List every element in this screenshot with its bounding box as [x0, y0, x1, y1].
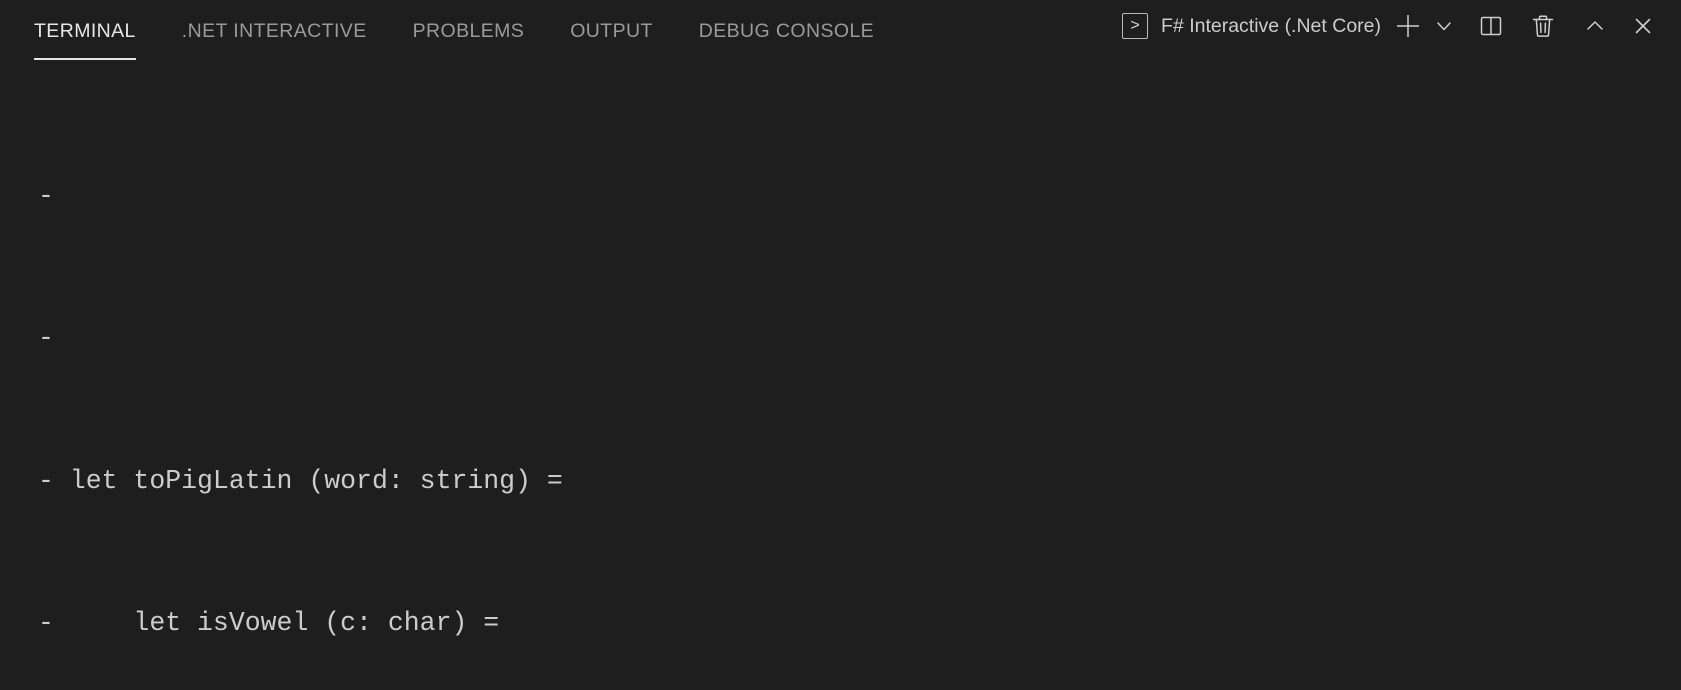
continuation-prompt: - — [38, 607, 54, 638]
tab-dotnet-interactive-label: .NET INTERACTIVE — [181, 19, 367, 42]
terminal-lines: - - - let toPigLatin (word: string) = - … — [38, 72, 1681, 690]
tab-debug-console-label: DEBUG CONSOLE — [698, 19, 875, 42]
panel-tabs: TERMINAL .NET INTERACTIVE PROBLEMS OUTPU… — [34, 0, 920, 62]
tab-terminal-label: TERMINAL — [34, 19, 136, 42]
active-terminal-name: F# Interactive (.Net Core) — [1161, 14, 1381, 37]
split-pane-icon — [1478, 13, 1504, 39]
trash-icon — [1530, 13, 1556, 39]
chevron-down-icon — [1433, 15, 1455, 37]
new-terminal-dropdown-button[interactable] — [1429, 6, 1459, 46]
terminal-output-area[interactable]: - - - let toPigLatin (word: string) = - … — [0, 62, 1681, 690]
close-panel-button[interactable] — [1623, 6, 1663, 46]
active-terminal-chip[interactable]: > F# Interactive (.Net Core) — [1122, 13, 1381, 39]
split-terminal-button[interactable] — [1471, 6, 1511, 46]
terminal-line: - — [38, 321, 1681, 357]
continuation-prompt: - — [38, 323, 54, 354]
terminal-line: - — [38, 179, 1681, 215]
continuation-prompt: - — [38, 180, 54, 211]
terminal-line-text: let isVowel (c: char) = — [53, 607, 500, 638]
new-terminal-button[interactable] — [1387, 6, 1429, 46]
close-icon — [1631, 14, 1655, 38]
terminal-line: - let isVowel (c: char) = — [38, 606, 1681, 642]
terminal-prompt-icon: > — [1122, 13, 1149, 39]
terminal-line-text: let toPigLatin (word: string) = — [53, 465, 563, 496]
tab-output-label: OUTPUT — [570, 19, 653, 42]
tab-problems-label: PROBLEMS — [412, 19, 525, 42]
plus-icon — [1393, 11, 1423, 41]
panel-tab-bar: TERMINAL .NET INTERACTIVE PROBLEMS OUTPU… — [0, 0, 1681, 62]
terminal-panel: TERMINAL .NET INTERACTIVE PROBLEMS OUTPU… — [0, 0, 1681, 690]
terminal-line: - let toPigLatin (word: string) = — [38, 464, 1681, 500]
chevron-up-icon — [1583, 14, 1607, 38]
continuation-prompt: - — [38, 465, 54, 496]
panel-actions: > F# Interactive (.Net Core) — [1122, 0, 1663, 62]
maximize-panel-button[interactable] — [1575, 6, 1615, 46]
kill-terminal-button[interactable] — [1523, 6, 1563, 46]
